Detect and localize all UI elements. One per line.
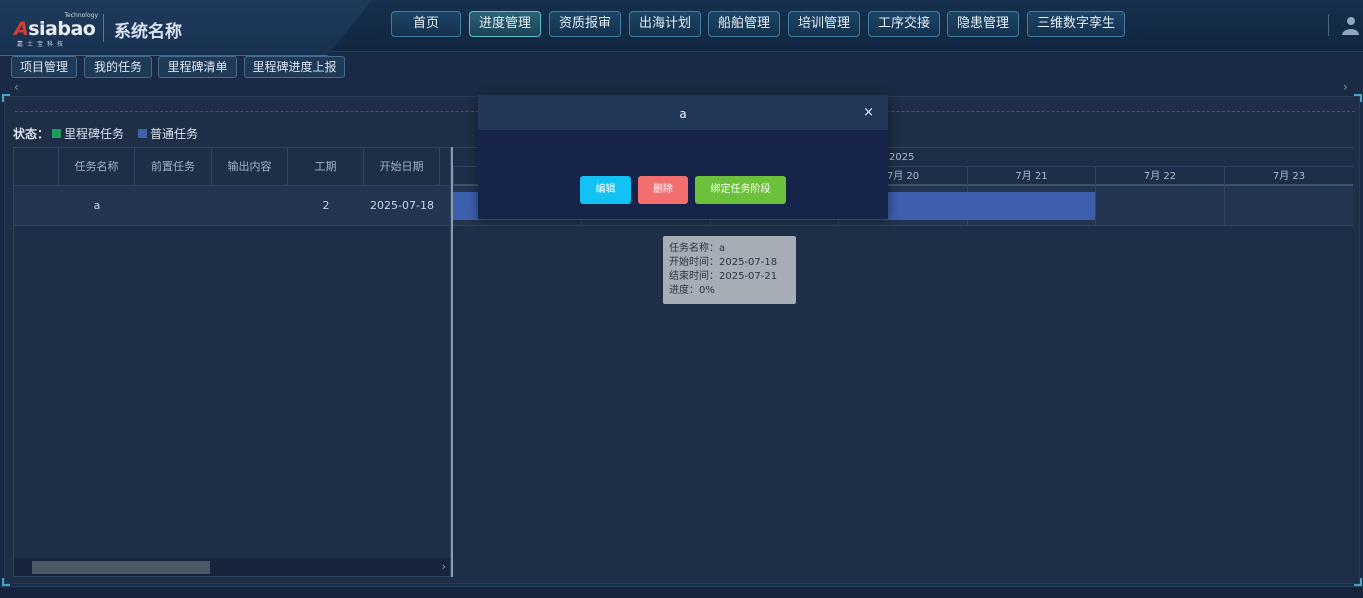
corner-decoration bbox=[1354, 94, 1362, 102]
tooltip-name: 任务名称：a bbox=[669, 243, 726, 254]
logo-subtitle: 嘉士宝科技 bbox=[17, 41, 68, 48]
normal-swatch bbox=[138, 129, 148, 138]
user-icon[interactable] bbox=[1339, 14, 1359, 36]
task-grid-header: 任务名称 前置任务 输出内容 工期 开始日期 bbox=[14, 148, 450, 186]
column-header-start-date[interactable]: 开始日期 bbox=[364, 148, 440, 186]
system-title: 系统名称 bbox=[114, 22, 182, 42]
nav-home[interactable]: 首页 bbox=[391, 11, 461, 37]
legend-milestone: 里程碑任务 bbox=[64, 127, 125, 141]
corner-decoration bbox=[1354, 578, 1362, 586]
column-header-blank bbox=[14, 148, 59, 186]
column-header-predecessor[interactable]: 前置任务 bbox=[135, 148, 212, 186]
table-row[interactable]: a 2 2025-07-18 bbox=[14, 186, 450, 226]
popup-title: a bbox=[679, 107, 687, 121]
legend-label: 状态： bbox=[13, 127, 50, 141]
gantt-year-label: 2025 bbox=[889, 152, 915, 163]
header-divider bbox=[1328, 14, 1329, 36]
scrollbar-thumb[interactable] bbox=[32, 561, 210, 574]
status-legend: 状态： 里程碑任务 普通任务 bbox=[13, 125, 198, 142]
app-header: Technology Asiabao 嘉士宝科技 系统名称 首页 进度管理 资质… bbox=[0, 0, 1363, 56]
tab-milestone-list[interactable]: 里程碑清单 bbox=[158, 56, 237, 78]
scroll-left-icon[interactable]: ‹ bbox=[14, 80, 19, 94]
logo-wordmark: Asiabao bbox=[14, 18, 96, 40]
sub-tabs: 项目管理 我的任务 里程碑清单 里程碑进度上报 bbox=[0, 54, 1363, 78]
cell-start-date: 2025-07-18 bbox=[370, 199, 434, 212]
nav-progress[interactable]: 进度管理 bbox=[469, 11, 541, 37]
gantt-day: 7月 22 bbox=[1095, 167, 1224, 186]
gantt-day: 7月 21 bbox=[967, 167, 1095, 186]
legend-normal: 普通任务 bbox=[150, 127, 199, 141]
corner-decoration bbox=[2, 578, 10, 586]
task-popup: a × 编辑 删除 绑定任务阶段 bbox=[478, 95, 888, 219]
milestone-swatch bbox=[52, 129, 62, 138]
cell-output bbox=[212, 186, 288, 226]
cell-predecessor bbox=[135, 186, 212, 226]
edit-button[interactable]: 编辑 bbox=[580, 176, 631, 204]
footer-bar bbox=[0, 586, 1363, 598]
nav-hazard[interactable]: 隐患管理 bbox=[947, 11, 1019, 37]
tooltip-progress: 进度：0% bbox=[669, 285, 715, 296]
close-icon[interactable]: × bbox=[863, 105, 874, 120]
scroll-right-icon[interactable]: › bbox=[1343, 80, 1348, 94]
brand-divider bbox=[103, 14, 104, 42]
gantt-cell-divider bbox=[1224, 186, 1225, 226]
cell-task-name: a bbox=[93, 199, 101, 212]
task-tooltip: 任务名称：a 开始时间：2025-07-18 结束时间：2025-07-21 进… bbox=[663, 236, 796, 304]
cell-duration: 2 bbox=[322, 199, 330, 212]
nav-digital-twin[interactable]: 三维数字孪生 bbox=[1027, 11, 1125, 37]
scroll-right-icon[interactable]: › bbox=[442, 560, 446, 573]
tooltip-end: 结束时间：2025-07-21 bbox=[669, 271, 778, 282]
tab-my-tasks[interactable]: 我的任务 bbox=[84, 56, 152, 78]
corner-decoration bbox=[2, 94, 10, 102]
tooltip-start: 开始时间：2025-07-18 bbox=[669, 257, 778, 268]
tab-milestone-report[interactable]: 里程碑进度上报 bbox=[244, 56, 345, 78]
nav-handover[interactable]: 工序交接 bbox=[868, 11, 940, 37]
task-grid: 任务名称 前置任务 输出内容 工期 开始日期 a 2 2025-07-18 › bbox=[13, 147, 451, 577]
column-header-duration[interactable]: 工期 bbox=[288, 148, 364, 186]
column-header-name[interactable]: 任务名称 bbox=[59, 148, 135, 186]
tab-project-management[interactable]: 项目管理 bbox=[11, 56, 77, 78]
gantt-cell-divider bbox=[1095, 186, 1096, 226]
company-logo: Technology Asiabao 嘉士宝科技 bbox=[14, 8, 98, 48]
nav-training[interactable]: 培训管理 bbox=[788, 11, 860, 37]
delete-button[interactable]: 删除 bbox=[638, 176, 688, 204]
nav-ship[interactable]: 船舶管理 bbox=[708, 11, 780, 37]
horizontal-scrollbar[interactable]: › bbox=[14, 558, 450, 576]
gantt-day: 7月 23 bbox=[1224, 167, 1353, 186]
bind-stage-button[interactable]: 绑定任务阶段 bbox=[695, 176, 786, 204]
nav-qualification[interactable]: 资质报审 bbox=[549, 11, 621, 37]
nav-sea-plan[interactable]: 出海计划 bbox=[629, 11, 701, 37]
column-header-output[interactable]: 输出内容 bbox=[212, 148, 288, 186]
